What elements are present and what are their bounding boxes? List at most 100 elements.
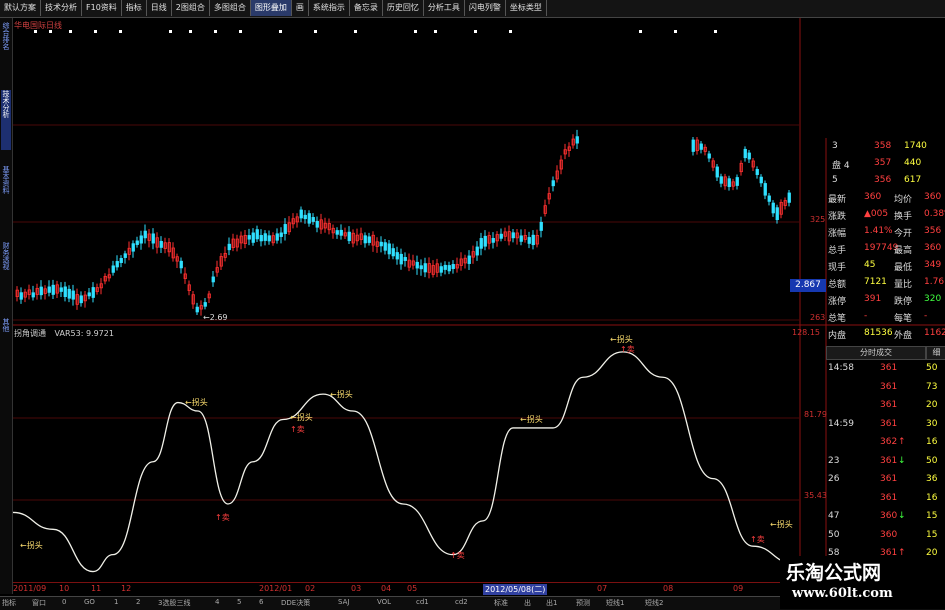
candle-body [47, 286, 51, 293]
bottom-tab-15[interactable]: 标准 [494, 598, 508, 608]
x-axis-label: 2012/01 [259, 584, 293, 593]
candle-body [151, 233, 155, 244]
stat-label: 今开 [894, 229, 913, 239]
buy-signal-label: ←拐头 [520, 414, 543, 424]
candle-body [315, 220, 319, 228]
bottom-tab-3[interactable]: GO [84, 598, 95, 606]
candle-body [131, 243, 135, 252]
candle-body [135, 240, 139, 245]
trade-price: 360 [880, 511, 898, 521]
x-axis-label: 04 [381, 584, 392, 593]
trade-row: 14:59 361 30 [808, 418, 945, 433]
quote-stat-row: 内盘 81536外盘 116213 [808, 327, 945, 342]
bottom-tab-9[interactable]: 6 [259, 598, 263, 606]
candle-body [531, 234, 535, 246]
candle-body [347, 231, 351, 242]
trade-time: 14:58 [828, 363, 854, 373]
indicator-name: 拐角调通 [14, 329, 46, 338]
bottom-tab-16[interactable]: 出 [524, 598, 531, 608]
stat-value: 320 [924, 294, 942, 304]
candle-body [415, 261, 419, 269]
candle-body [787, 192, 791, 203]
candle-body [439, 266, 443, 273]
bottom-tab-11[interactable]: SAJ [338, 598, 349, 606]
trade-volume: 73 [926, 381, 938, 392]
quote-panel: 3 358 1740 盘 4 357 440 5 356 617 最新 360 均价 360 涨跌 ▲005… [808, 138, 945, 594]
x-axis-label: 2011/09 [13, 584, 47, 593]
candle-body [519, 235, 523, 242]
candle-body [283, 224, 287, 234]
candle-body [91, 287, 95, 298]
stat-label: 每笔 [894, 314, 913, 324]
candle-body [771, 202, 775, 214]
order-price: 356 [874, 175, 892, 185]
stat-value: 0.38% [924, 209, 945, 219]
candle-body [691, 139, 695, 152]
main-chart[interactable]: ←2.69←拐头←拐头←拐头←拐头←拐头←拐头←拐头↑卖↑卖↑卖↑卖↑卖 [0, 0, 945, 609]
stat-label: 总手 [828, 246, 847, 256]
candle-body [391, 248, 395, 257]
bottom-tab-12[interactable]: VOL [377, 598, 391, 606]
stat-label: 总笔 [828, 314, 847, 324]
candle-body [539, 221, 543, 231]
trade-row: 50 360 15 [808, 529, 945, 544]
stat-label: 外盘 [894, 331, 913, 341]
x-axis-label: 12 [121, 584, 132, 593]
bottom-tab-7[interactable]: 4 [215, 598, 219, 606]
candle-body [767, 195, 771, 202]
bottom-tab-20[interactable]: 短线2 [645, 598, 663, 608]
trade-time: 23 [828, 455, 840, 466]
candle-body [447, 265, 451, 272]
bottom-tab-19[interactable]: 短线1 [606, 598, 624, 608]
bottom-tab-17[interactable]: 出1 [546, 598, 557, 608]
order-level: 3 [832, 141, 838, 151]
candle-body [139, 235, 143, 244]
bottom-tab-0[interactable]: 指标 [2, 598, 16, 608]
trade-volume: 15 [926, 529, 938, 540]
trade-volume: 15 [926, 511, 938, 521]
quote-stat-row: 涨跌 ▲005 换手 0.38% [808, 208, 945, 223]
bottom-tab-13[interactable]: cd1 [416, 598, 429, 606]
stat-value: 1.41% [864, 226, 893, 236]
stat-label: 换手 [894, 212, 913, 222]
low-price-label: ←2.69 [203, 313, 228, 322]
trade-volume: 16 [926, 437, 938, 447]
trade-time: 26 [828, 474, 840, 484]
bottom-tab-4[interactable]: 1 [114, 598, 118, 606]
candle-body [419, 265, 423, 270]
bottom-tab-10[interactable]: DDE决策 [281, 598, 310, 608]
stat-value: 1.76 [924, 277, 945, 287]
order-level: 5 [832, 175, 838, 185]
bottom-tab-14[interactable]: cd2 [455, 598, 468, 606]
stat-value: - [864, 311, 868, 321]
stat-value: 7121 [864, 277, 887, 287]
quote-stat-row: 最新 360 均价 360 [808, 191, 945, 206]
candle-body [451, 264, 455, 269]
candle-body [399, 253, 403, 265]
bottom-tab-8[interactable]: 5 [237, 598, 241, 606]
tab-detail[interactable]: 细 [926, 346, 945, 360]
x-axis-label: 05 [407, 584, 418, 593]
trade-volume: 20 [926, 400, 938, 410]
trade-row: 26 361 36 [808, 473, 945, 488]
tab-trades[interactable]: 分时成交 [826, 346, 926, 360]
bottom-tab-6[interactable]: 3选股三线 [158, 598, 190, 608]
stat-value: - [924, 311, 928, 321]
stat-label: 涨停 [828, 297, 847, 307]
candle-body [763, 183, 767, 196]
bottom-tab-18[interactable]: 预测 [576, 598, 590, 608]
stat-value: 360 [924, 192, 942, 202]
candle-body [31, 292, 35, 298]
candle-body [479, 238, 483, 249]
candle-body [511, 232, 515, 239]
bottom-tab-1[interactable]: 窗口 [32, 598, 46, 608]
trade-volume: 30 [926, 418, 938, 429]
candle-body [387, 243, 391, 255]
bottom-tab-2[interactable]: 0 [62, 598, 66, 606]
trade-row: 14:58 361 50 [808, 362, 945, 377]
trade-volume: 16 [926, 492, 938, 503]
trade-price: 361 [880, 418, 898, 429]
bottom-tab-5[interactable]: 2 [136, 598, 140, 606]
candle-body [335, 230, 339, 235]
indicator-title: 拐角调通 VAR53: 9.9721 [14, 328, 120, 339]
